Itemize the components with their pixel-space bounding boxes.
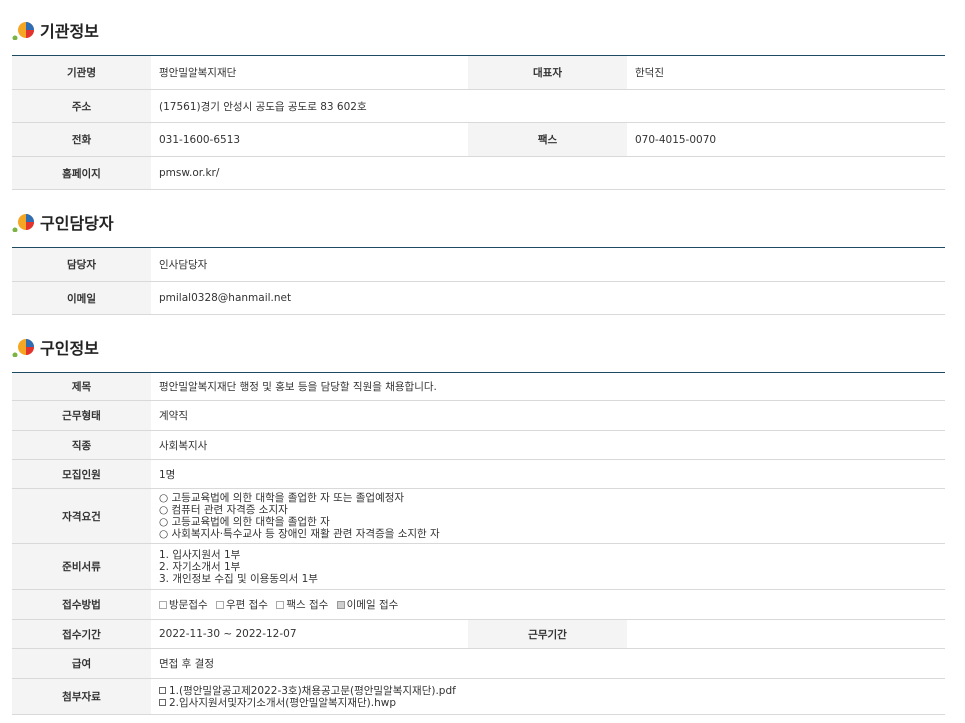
org-address-value: (17561)경기 안성시 공도읍 공도로 83 602호 bbox=[151, 89, 945, 123]
table-row: 접수방법 방문접수 우편 접수 팩스 접수 이메일 접수 bbox=[12, 589, 946, 620]
table-row: 직종 사회복지사 bbox=[12, 430, 946, 460]
document-item: 2. 자기소개서 1부 bbox=[159, 560, 241, 573]
row-label: 대표자 bbox=[468, 55, 627, 90]
org-fax-value: 070-4015-0070 bbox=[627, 122, 945, 157]
application-period-value: 2022-11-30 ~ 2022-12-07 bbox=[151, 619, 468, 649]
table-row: 전화 031-1600-6513 팩스 070-4015-0070 bbox=[12, 122, 945, 157]
work-period-value bbox=[627, 619, 946, 649]
org-tel-value: 031-1600-6513 bbox=[151, 122, 468, 157]
row-label: 준비서류 bbox=[12, 543, 151, 590]
file-icon bbox=[159, 686, 166, 694]
job-type-value: 계약직 bbox=[151, 400, 946, 431]
row-label: 접수기간 bbox=[12, 619, 151, 649]
method-visit: 방문접수 bbox=[159, 599, 208, 611]
table-row: 제목 평안밀알복지재단 행정 및 홍보 등을 담당할 직원을 채용합니다. bbox=[12, 372, 946, 401]
org-homepage-link[interactable]: pmsw.or.kr/ bbox=[151, 156, 945, 190]
table-row: 자격요건 ○ 고등교육법에 의한 대학을 졸업한 자 또는 졸업예정자 ○ 컴퓨… bbox=[12, 488, 946, 544]
job-occupation-value: 사회복지사 bbox=[151, 430, 946, 460]
file-icon bbox=[159, 698, 166, 706]
table-row: 접수기간 2022-11-30 ~ 2022-12-07 근무기간 bbox=[12, 619, 946, 649]
org-info-table: 기관명 평안밀알복지재단 대표자 한덕진 주소 (17561)경기 안성시 공도… bbox=[12, 55, 945, 190]
application-methods: 방문접수 우편 접수 팩스 접수 이메일 접수 bbox=[151, 589, 946, 620]
qualification-item: ○ 고등교육법에 의한 대학을 졸업한 자 bbox=[159, 516, 330, 528]
row-label: 첨부자료 bbox=[12, 678, 151, 715]
row-label: 제목 bbox=[12, 372, 151, 401]
qualification-item: ○ 고등교육법에 의한 대학을 졸업한 자 또는 졸업예정자 bbox=[159, 492, 405, 504]
salary-value: 면접 후 결정 bbox=[151, 648, 946, 679]
org-rep-value: 한덕진 bbox=[627, 55, 945, 90]
attachments-list: 1.(평안밀알공고제2022-3호)채용공고문(평안밀알복지재단).pdf 2.… bbox=[151, 678, 946, 715]
row-label: 자격요건 bbox=[12, 488, 151, 544]
org-name-value: 평안밀알복지재단 bbox=[151, 55, 468, 90]
section-title-contact: 구인담당자 bbox=[12, 212, 945, 233]
method-mail: 우편 접수 bbox=[215, 599, 268, 611]
row-label: 기관명 bbox=[12, 55, 151, 90]
row-label: 홈페이지 bbox=[12, 156, 151, 190]
table-row: 근무형태 계약직 bbox=[12, 400, 946, 431]
job-subject-value: 평안밀알복지재단 행정 및 홍보 등을 담당할 직원을 채용합니다. bbox=[151, 372, 946, 401]
row-label: 직종 bbox=[12, 430, 151, 460]
table-row: 첨부자료 1.(평안밀알공고제2022-3호)채용공고문(평안밀알복지재단).p… bbox=[12, 678, 946, 715]
row-label: 이메일 bbox=[12, 281, 151, 315]
qualification-item: ○ 사회복지사·특수교사 등 장애인 재활 관련 자격증을 소지한 자 bbox=[159, 528, 440, 540]
checkbox-icon bbox=[159, 601, 167, 609]
row-label: 근무기간 bbox=[468, 619, 627, 649]
attachment-link[interactable]: 1.(평안밀알공고제2022-3호)채용공고문(평안밀알복지재단).pdf bbox=[159, 685, 945, 697]
checkbox-icon bbox=[276, 601, 285, 609]
row-label: 팩스 bbox=[468, 122, 627, 157]
attachment-link[interactable]: 2.입사지원서및자기소개서(평안밀알복지재단).hwp bbox=[159, 697, 945, 709]
section-title-org: 기관정보 bbox=[12, 20, 945, 41]
contact-info-table: 담당자 인사담당자 이메일 pmilal0328@hanmail.net bbox=[12, 247, 945, 315]
row-label: 급여 bbox=[12, 648, 151, 679]
row-label: 담당자 bbox=[12, 247, 151, 282]
method-fax: 팩스 접수 bbox=[276, 599, 328, 611]
row-label: 주소 bbox=[12, 89, 151, 123]
contact-email-link[interactable]: pmilal0328@hanmail.net bbox=[151, 281, 945, 315]
table-row: 급여 면접 후 결정 bbox=[12, 648, 946, 679]
table-row: 담당자 인사담당자 bbox=[12, 247, 945, 282]
qualifications-list: ○ 고등교육법에 의한 대학을 졸업한 자 또는 졸업예정자 ○ 컴퓨터 관련 … bbox=[151, 488, 946, 544]
section-title-text: 구인정보 bbox=[40, 339, 99, 358]
row-label: 근무형태 bbox=[12, 400, 151, 431]
row-label: 모집인원 bbox=[12, 459, 151, 489]
qualification-item: ○ 컴퓨터 관련 자격증 소지자 bbox=[159, 504, 288, 516]
table-row: 기관명 평안밀알복지재단 대표자 한덕진 bbox=[12, 55, 945, 90]
row-label: 전화 bbox=[12, 122, 151, 157]
job-headcount-value: 1명 bbox=[151, 459, 946, 489]
table-row: 이메일 pmilal0328@hanmail.net bbox=[12, 281, 945, 315]
table-row: 준비서류 1. 입사지원서 1부 2. 자기소개서 1부 3. 개인정보 수집 … bbox=[12, 543, 946, 590]
section-bullet-icon bbox=[12, 212, 36, 232]
checkbox-checked-icon bbox=[336, 601, 345, 609]
document-item: 1. 입사지원서 1부 bbox=[159, 548, 241, 561]
table-row: 모집인원 1명 bbox=[12, 459, 946, 489]
section-title-job: 구인정보 bbox=[12, 337, 945, 358]
section-bullet-icon bbox=[12, 337, 36, 357]
method-email: 이메일 접수 bbox=[336, 599, 398, 611]
documents-list: 1. 입사지원서 1부 2. 자기소개서 1부 3. 개인정보 수집 및 이용동… bbox=[151, 543, 946, 590]
contact-person-value: 인사담당자 bbox=[151, 247, 945, 282]
section-title-text: 기관정보 bbox=[40, 22, 99, 41]
document-item: 3. 개인정보 수집 및 이용동의서 1부 bbox=[159, 572, 318, 585]
table-row: 홈페이지 pmsw.or.kr/ bbox=[12, 156, 945, 190]
section-bullet-icon bbox=[12, 20, 36, 40]
job-info-table: 제목 평안밀알복지재단 행정 및 홍보 등을 담당할 직원을 채용합니다. 근무… bbox=[12, 372, 946, 715]
section-title-text: 구인담당자 bbox=[40, 214, 114, 233]
page: 기관정보 기관명 평안밀알복지재단 대표자 한덕진 주소 (17561)경기 안… bbox=[0, 20, 965, 715]
row-label: 접수방법 bbox=[12, 589, 151, 620]
checkbox-icon bbox=[215, 601, 224, 609]
table-row: 주소 (17561)경기 안성시 공도읍 공도로 83 602호 bbox=[12, 89, 945, 123]
